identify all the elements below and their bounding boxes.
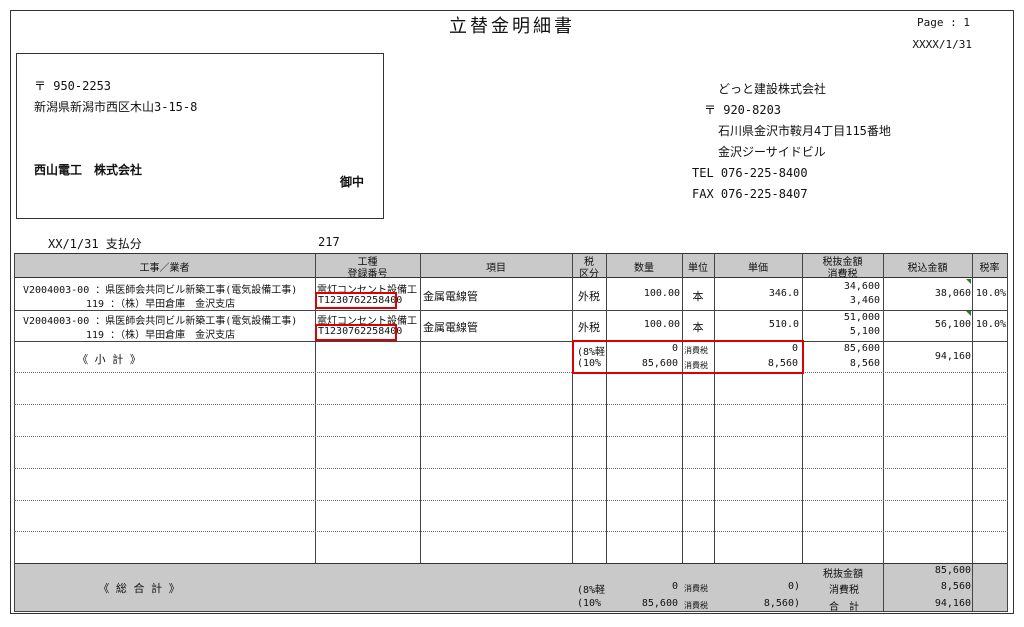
row-divider <box>14 372 1008 373</box>
grand-10-base: 85,600 <box>641 598 678 609</box>
grand-10-tax: 8,560) <box>763 598 800 609</box>
row-amount: 51,000 <box>843 312 880 323</box>
row-divider <box>14 468 1008 469</box>
row-project: V2004003-00 ：県医師会共同ビル新築工事(電気設備工事) <box>23 285 298 296</box>
row-amount: 34,600 <box>843 281 880 292</box>
row-item: 金属電線管 <box>423 321 478 334</box>
grid-line <box>606 253 607 563</box>
col-header-qty: 数量 <box>634 263 654 274</box>
grid-line <box>420 253 421 563</box>
row-total: 56,100 <box>934 319 971 330</box>
highlight-reg-no <box>315 292 397 309</box>
highlight-subtotal-tax <box>572 340 804 374</box>
grand-excl-label: 税抜金額 <box>823 569 863 580</box>
row-tax-type: 外税 <box>578 321 600 334</box>
sender-address2: 金沢ジーサイドビル <box>718 145 826 159</box>
row-unit: 本 <box>692 290 704 303</box>
row-item: 金属電線管 <box>423 290 478 303</box>
recipient-address: 新潟県新潟市西区木山3-15-8 <box>34 100 198 114</box>
grand-10-label: (10% <box>577 598 602 609</box>
payment-number: 217 <box>318 235 340 249</box>
row-total: 38,060 <box>934 288 971 299</box>
grid-line <box>972 253 973 611</box>
grand-8-tax-label: 消費税 <box>684 584 708 593</box>
row-rate: 10.0% <box>975 288 1006 299</box>
recipient-honorific: 御中 <box>340 175 365 189</box>
row-price: 510.0 <box>768 319 799 330</box>
row-price: 346.0 <box>768 288 799 299</box>
grand-total-label: 《 総 合 計 》 <box>98 582 180 595</box>
note-marker-icon <box>966 311 971 316</box>
payment-label: XX/1/31 支払分 <box>48 237 142 251</box>
row-tax-amount: 3,460 <box>849 295 880 306</box>
row-qty: 100.00 <box>643 288 680 299</box>
document-date: XXXX/1/31 <box>912 38 972 51</box>
col-header-taxamt: 消費税 <box>827 269 858 280</box>
grand-8-base: 0 <box>671 581 678 592</box>
grid-line <box>14 253 15 611</box>
col-header-regno: 登録番号 <box>347 269 388 280</box>
highlight-reg-no <box>315 324 397 341</box>
grand-10-tax-label: 消費税 <box>684 601 708 610</box>
sender-fax: FAX 076-225-8407 <box>692 187 808 201</box>
subtotal-label: 《 小 計 》 <box>77 353 141 366</box>
row-divider <box>14 531 1008 532</box>
grid-line <box>883 253 884 611</box>
row-vendor: 119 ：（株）早田倉庫 金沢支店 <box>86 330 236 341</box>
col-header-unit: 単位 <box>688 263 708 274</box>
row-tax-type: 外税 <box>578 290 600 303</box>
col-header-total: 税込金額 <box>907 263 948 274</box>
grid-line <box>1007 253 1008 611</box>
row-vendor: 119 ：（株）早田倉庫 金沢支店 <box>86 299 236 310</box>
grand-tax-value: 8,560 <box>940 581 971 592</box>
col-header-tax-type: 区分 <box>579 269 599 280</box>
grand-8-tax: 0) <box>787 581 800 592</box>
sender-postal: 〒 920-8203 <box>704 103 782 117</box>
row-divider <box>14 436 1008 437</box>
row-unit: 本 <box>692 321 704 334</box>
col-header-rate: 税率 <box>979 263 1000 274</box>
subtotal-tax-amount: 8,560 <box>849 358 880 369</box>
sender-address1: 石川県金沢市鞍月4丁目115番地 <box>718 124 891 138</box>
row-divider <box>14 341 1008 342</box>
sender-block: どっと建設株式会社 〒 920-8203 石川県金沢市鞍月4丁目115番地 金沢… <box>692 79 891 205</box>
row-divider <box>14 500 1008 501</box>
grand-8-label: (8%軽 <box>577 585 606 596</box>
page-number: Page : 1 <box>917 16 970 29</box>
row-project: V2004003-00 ：県医師会共同ビル新築工事(電気設備工事) <box>23 316 298 327</box>
row-tax-amount: 5,100 <box>849 326 880 337</box>
grand-sum-value: 94,160 <box>934 598 971 609</box>
grand-tax-label: 消費税 <box>829 585 859 596</box>
row-rate: 10.0% <box>975 319 1006 330</box>
subtotal-total: 94,160 <box>934 351 971 362</box>
col-header-price: 単価 <box>748 263 768 274</box>
recipient-company: 西山電工 株式会社 <box>34 163 143 177</box>
row-divider <box>14 404 1008 405</box>
sender-tel: TEL 076-225-8400 <box>692 166 808 180</box>
note-marker-icon <box>966 279 971 284</box>
row-divider <box>14 310 1008 311</box>
recipient-postal: 〒 950-2253 <box>34 79 112 93</box>
grand-sum-label: 合 計 <box>829 602 859 613</box>
col-header-item: 項目 <box>486 263 506 274</box>
document-title: 立替金明細書 <box>449 16 575 37</box>
grid-line <box>714 253 715 563</box>
sender-company: どっと建設株式会社 <box>718 82 827 96</box>
row-qty: 100.00 <box>643 319 680 330</box>
col-header-project: 工事／業者 <box>139 263 190 274</box>
grand-excl-value: 85,600 <box>934 565 971 576</box>
subtotal-amount: 85,600 <box>843 343 880 354</box>
